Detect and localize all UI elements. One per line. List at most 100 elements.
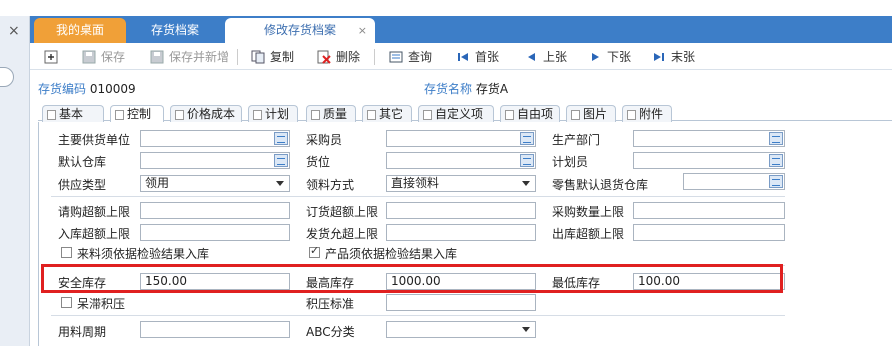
inventory-code: 存货编码 010009: [38, 80, 136, 97]
ship-allow-limit-label: 发货允超上限: [306, 227, 379, 241]
reference-icon[interactable]: [769, 175, 783, 188]
default-wh-label: 默认仓库: [58, 155, 107, 169]
delete-icon: [317, 50, 331, 64]
slow-moving-checkbox[interactable]: [61, 297, 72, 308]
first-label: 首张: [475, 50, 500, 64]
reference-icon[interactable]: [274, 154, 288, 167]
save-label: 保存: [101, 50, 126, 64]
pick-method-select[interactable]: 直接领料: [386, 175, 536, 192]
close-icon[interactable]: ×: [8, 23, 20, 39]
subtab-free-items[interactable]: 自由项: [500, 105, 560, 122]
order-over-limit-field[interactable]: [386, 202, 536, 219]
first-button[interactable]: 首张: [456, 47, 499, 67]
section-divider: [51, 315, 785, 316]
next-label: 下张: [607, 50, 632, 64]
reference-icon[interactable]: [769, 154, 783, 167]
abc-class-select[interactable]: [386, 321, 536, 338]
save-icon: [82, 50, 96, 64]
query-button[interactable]: 查询: [389, 47, 432, 67]
reference-icon[interactable]: [520, 132, 534, 145]
tab-my-desktop[interactable]: 我的桌面: [34, 18, 126, 43]
ship-allow-limit-field[interactable]: [386, 224, 536, 241]
subtab-attachments[interactable]: 附件: [622, 105, 672, 122]
copy-button[interactable]: 复制: [251, 47, 294, 67]
incoming-qc-checkbox[interactable]: [61, 247, 72, 258]
prev-button[interactable]: 上张: [524, 47, 567, 67]
code-label: 存货编码: [38, 82, 87, 96]
supply-type-select[interactable]: 领用: [140, 175, 290, 192]
abc-class-label: ABC分类: [306, 325, 355, 339]
outbound-over-limit-label: 出库超额上限: [552, 227, 625, 241]
last-label: 末张: [671, 50, 696, 64]
main-supplier-field[interactable]: [140, 130, 290, 147]
prev-icon: [528, 53, 535, 61]
last-icon: [654, 53, 664, 61]
query-icon: [389, 51, 403, 63]
save-and-new-button[interactable]: 保存并新增: [150, 47, 229, 67]
delete-button[interactable]: 删除: [317, 47, 360, 67]
section-divider: [51, 196, 785, 197]
product-qc-checkbox[interactable]: [309, 244, 320, 258]
chevron-down-icon: [522, 327, 530, 332]
expand-button[interactable]: [44, 47, 63, 67]
buyer-field[interactable]: [386, 130, 536, 147]
inbound-over-limit-label: 入库超额上限: [58, 227, 131, 241]
copy-label: 复制: [270, 50, 295, 64]
subtab-other[interactable]: 其它: [362, 105, 412, 122]
backlog-std-field[interactable]: [386, 294, 536, 311]
tab-edit-inventory-archive[interactable]: 修改存货档案 ×: [225, 18, 375, 43]
last-button[interactable]: 末张: [652, 47, 695, 67]
reference-icon[interactable]: [769, 132, 783, 145]
planner-label: 计划员: [552, 155, 589, 169]
highlight-box: [41, 264, 783, 293]
control-form: 主要供货单位 采购员 生产部门 默认仓库 货位 计划员 供应类型 领用 领料方式…: [38, 122, 892, 346]
prod-dept-field[interactable]: [633, 130, 785, 147]
subtab-price-cost[interactable]: 价格成本: [170, 105, 242, 122]
subtab-quality[interactable]: 质量: [306, 105, 356, 122]
lead-time-field[interactable]: [140, 321, 290, 338]
subtab-control[interactable]: 控制: [110, 105, 164, 122]
inbound-over-limit-field[interactable]: [140, 224, 290, 241]
tab-bar: 我的桌面 存货档案 修改存货档案 ×: [30, 16, 892, 43]
subtab-custom[interactable]: 自定义项: [418, 105, 494, 122]
save-new-icon: [150, 50, 164, 64]
outbound-over-limit-field[interactable]: [633, 224, 785, 241]
next-icon: [592, 53, 599, 61]
default-wh-field[interactable]: [140, 152, 290, 169]
chevron-down-icon: [276, 181, 284, 186]
save-button[interactable]: 保存: [82, 47, 125, 67]
location-field[interactable]: [386, 152, 536, 169]
reference-icon[interactable]: [520, 154, 534, 167]
location-label: 货位: [306, 155, 331, 169]
req-over-limit-label: 请购超额上限: [58, 205, 131, 219]
subtab-images[interactable]: 图片: [566, 105, 616, 122]
first-icon: [458, 53, 468, 61]
tab-inventory-archive[interactable]: 存货档案: [126, 18, 224, 43]
reference-icon[interactable]: [274, 132, 288, 145]
toolbar: 保存 保存并新增 复制 删除 查询 首张 上张 下张 末张: [30, 43, 892, 70]
delete-label: 删除: [336, 50, 361, 64]
search-pill[interactable]: [0, 67, 14, 87]
order-over-limit-label: 订货超额上限: [306, 205, 379, 219]
toolbar-divider: [237, 49, 238, 65]
code-value: 010009: [89, 82, 136, 96]
inventory-name: 存货名称 存货A: [424, 80, 508, 97]
req-over-limit-field[interactable]: [140, 202, 290, 219]
close-tab-icon[interactable]: ×: [358, 18, 367, 43]
retail-return-wh-field[interactable]: [683, 173, 785, 190]
chevron-down-icon: [522, 181, 530, 186]
planner-field[interactable]: [633, 152, 785, 169]
subtab-basic[interactable]: 基本: [42, 105, 104, 122]
lead-time-label: 用料周期: [58, 325, 107, 339]
left-nav-strip: ×: [0, 16, 30, 346]
product-qc-label: 产品须依据检验结果入库: [325, 247, 458, 261]
purchase-qty-limit-field[interactable]: [633, 202, 785, 219]
sub-tab-bar: 基本 控制 价格成本 计划 质量 其它 自定义项 自由项 图片 附件: [38, 103, 892, 122]
name-value: 存货A: [475, 82, 509, 96]
tab-label: 修改存货档案: [263, 23, 336, 37]
pick-method-label: 领料方式: [306, 178, 355, 192]
subtab-plan[interactable]: 计划: [248, 105, 298, 122]
window-top: [0, 0, 892, 16]
toolbar-divider: [374, 49, 375, 65]
next-button[interactable]: 下张: [588, 47, 631, 67]
